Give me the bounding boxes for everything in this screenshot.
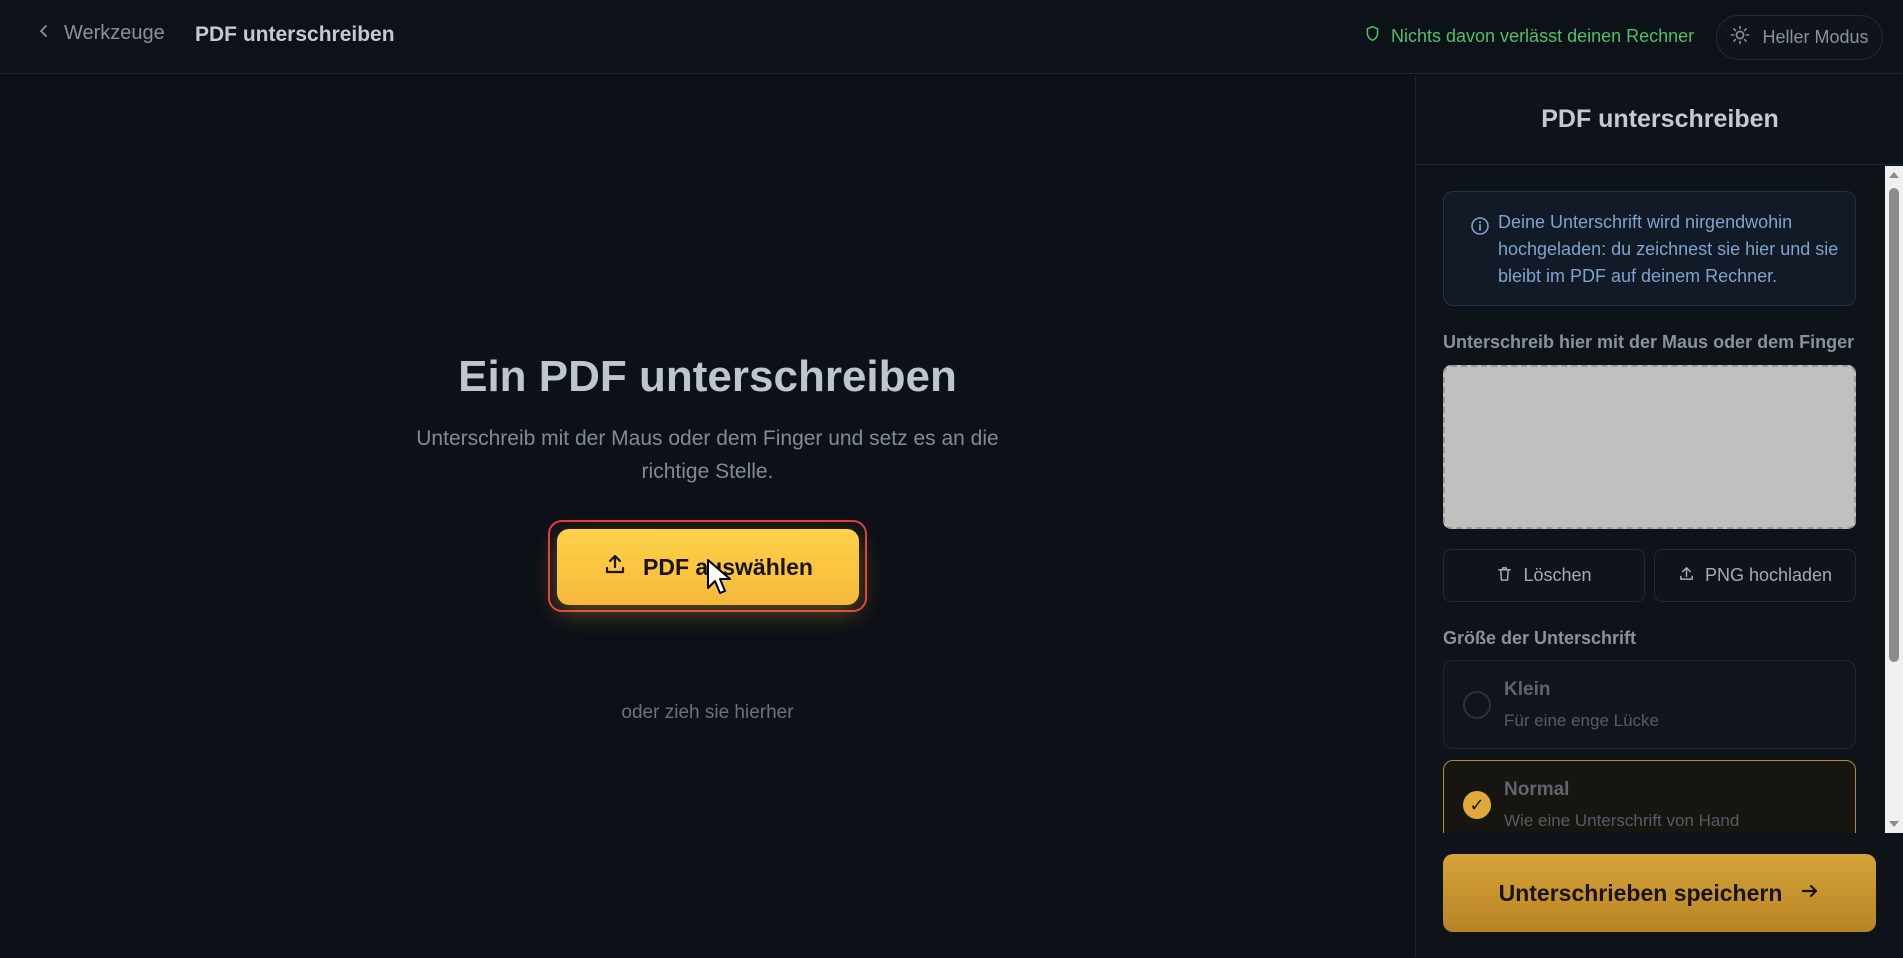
main-subtitle: Unterschreib mit der Maus oder dem Finge… [416, 427, 999, 483]
size-option-description: Wie eine Unterschrift von Hand [1504, 811, 1740, 830]
mouse-cursor-icon [707, 559, 731, 594]
clear-signature-label: Löschen [1523, 565, 1592, 585]
signature-pad[interactable] [1443, 365, 1856, 529]
main-heading: Ein PDF unterschreiben [458, 352, 957, 401]
app: Werkzeuge PDF unterschreiben Nichts davo… [0, 0, 1903, 958]
shield-icon [1364, 25, 1381, 47]
privacy-info-box: Deine Unterschrift wird nirgendwohin hoc… [1443, 191, 1856, 306]
panel-scrollbar[interactable] [1885, 166, 1903, 833]
save-signed-label: Unterschrieben speichern [1498, 879, 1783, 906]
panel-title: PDF unterschreiben [1416, 75, 1903, 165]
back-to-tools-link[interactable]: Werkzeuge [36, 22, 165, 45]
top-bar: Werkzeuge PDF unterschreiben Nichts davo… [0, 0, 1903, 74]
panel-footer: Unterschrieben speichern [1416, 833, 1903, 958]
page-title: PDF unterschreiben [195, 23, 395, 46]
panel-scroll-area[interactable]: Deine Unterschrift wird nirgendwohin hoc… [1416, 166, 1903, 833]
save-signed-button[interactable]: Unterschrieben speichern [1443, 854, 1876, 932]
chevron-left-icon [36, 22, 52, 45]
trash-icon [1496, 565, 1513, 587]
upload-icon [1678, 565, 1695, 587]
signature-pad-label: Unterschreib hier mit der Maus oder dem … [1443, 332, 1855, 352]
size-option-description: Für eine enge Lücke [1504, 711, 1659, 730]
upload-icon [603, 552, 627, 582]
theme-toggle-button[interactable]: Heller Modus [1716, 15, 1883, 60]
sun-icon [1730, 25, 1750, 50]
sign-settings-panel: PDF unterschreiben Deine Unterschrift wi… [1415, 75, 1903, 958]
upload-png-label: PNG hochladen [1704, 565, 1833, 585]
size-option-small[interactable]: Klein Für eine enge Lücke [1443, 660, 1856, 749]
signature-size-label: Größe der Unterschrift [1443, 628, 1637, 648]
clear-signature-button[interactable]: Löschen [1443, 549, 1645, 602]
scroll-up-arrow-icon[interactable] [1889, 172, 1899, 178]
privacy-info-text: Deine Unterschrift wird nirgendwohin hoc… [1498, 212, 1839, 286]
arrow-right-icon [1800, 880, 1820, 907]
upload-png-button[interactable]: PNG hochladen [1654, 549, 1856, 602]
size-option-normal[interactable]: ✓ Normal Wie eine Unterschrift von Hand [1443, 760, 1856, 833]
scrollbar-thumb[interactable] [1889, 188, 1899, 662]
back-link-label: Werkzeuge [64, 22, 165, 44]
scroll-down-arrow-icon[interactable] [1889, 821, 1899, 827]
size-option-name: Normal [1504, 779, 1570, 800]
privacy-note-text: Nichts davon verlässt deinen Rechner [1391, 25, 1695, 46]
theme-toggle-label: Heller Modus [1762, 27, 1869, 47]
privacy-note: Nichts davon verlässt deinen Rechner [1364, 25, 1694, 47]
size-option-name: Klein [1504, 679, 1551, 700]
checkmark-icon: ✓ [1463, 791, 1491, 819]
pdf-drop-zone[interactable]: Ein PDF unterschreiben Unterschreib mit … [0, 75, 1415, 958]
drop-hint: oder zieh sie hierher [621, 702, 794, 723]
size-option-radio [1463, 691, 1491, 719]
